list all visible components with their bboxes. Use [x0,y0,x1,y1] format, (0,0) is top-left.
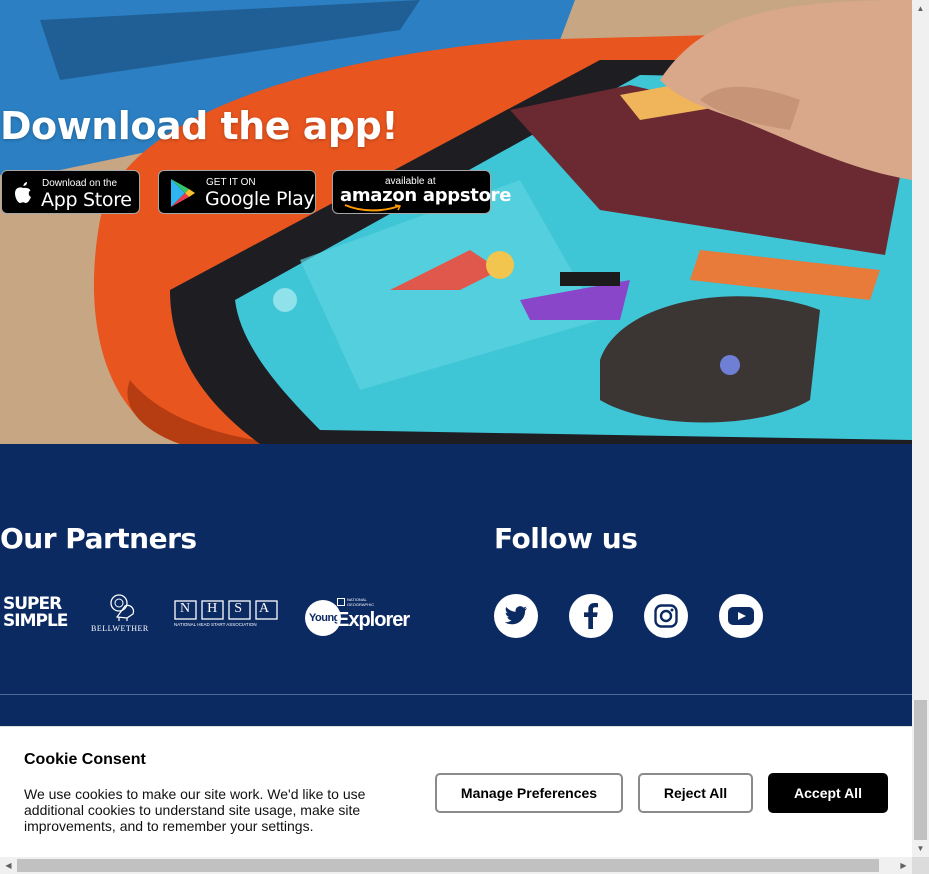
scroll-right-arrow-icon[interactable]: ▶ [895,857,912,874]
app-store-big-text: App Store [41,189,132,211]
explorer-text: Explorer [336,609,410,631]
amazon-big-text: amazon appstore [340,185,512,206]
page: Download the app! Download on the App St… [0,0,912,857]
amazon-smile-icon [344,204,402,212]
scroll-left-arrow-icon[interactable]: ◀ [0,857,17,874]
reject-all-button[interactable]: Reject All [638,773,753,813]
google-play-button[interactable]: GET IT ON Google Play [158,170,316,214]
bellwether-text: BELLWETHER [91,624,149,633]
youtube-icon [728,607,754,625]
footer-divider [0,694,912,695]
twitter-icon [504,606,528,625]
facebook-icon [584,603,598,629]
young-explorer-logo[interactable]: Young NATIONAL GEOGRAPHIC Explorer [305,594,410,638]
vertical-scrollbar[interactable]: ▲ ▼ [912,0,929,857]
super-simple-logo[interactable]: SUPER SIMPLE [3,594,69,634]
accept-all-button[interactable]: Accept All [768,773,888,813]
apple-icon [15,182,31,203]
download-app-title: Download the app! [0,104,399,148]
bellwether-logo[interactable]: BELLWETHER [91,592,153,636]
scroll-up-arrow-icon[interactable]: ▲ [912,0,929,17]
horizontal-scrollbar[interactable]: ◀ ▶ [0,857,912,874]
amazon-appstore-button[interactable]: available at amazon appstore [332,170,511,214]
manage-preferences-button[interactable]: Manage Preferences [435,773,623,813]
follow-heading: Follow us [494,522,638,555]
natgeo-box-icon [337,598,345,606]
nhsa-subtitle: NATIONAL HEAD START ASSOCIATION [174,622,257,627]
hero-photo [0,0,912,444]
partners-heading: Our Partners [0,522,197,555]
natgeo-text: NATIONAL GEOGRAPHIC [347,597,375,607]
app-store-button[interactable]: Download on the App Store [1,170,140,214]
ram-icon [110,594,135,621]
super-simple-line2: SIMPLE [3,611,68,631]
instagram-link[interactable] [644,594,688,638]
nhsa-logo[interactable]: NHSA NATIONAL HEAD START ASSOCIATION [174,600,278,632]
vertical-scroll-thumb[interactable] [914,700,927,840]
cookie-text: We use cookies to make our site work. We… [24,786,366,834]
horizontal-scroll-thumb[interactable] [17,859,879,872]
scroll-down-arrow-icon[interactable]: ▼ [912,840,929,857]
google-play-big-text: Google Play [205,188,315,210]
google-play-small-text: GET IT ON [206,177,256,188]
cookie-title: Cookie Consent [24,751,146,768]
nhsa-letters: NHSA [180,601,287,616]
instagram-icon [654,604,678,628]
scrollbar-corner [912,857,929,874]
cookie-consent-banner: Cookie Consent We use cookies to make ou… [0,726,912,857]
google-play-icon [171,179,195,207]
app-download-hero: Download the app! Download on the App St… [0,0,912,444]
facebook-link[interactable] [569,594,613,638]
app-store-small-text: Download on the [42,178,118,189]
twitter-link[interactable] [494,594,538,638]
youtube-link[interactable] [719,594,763,638]
